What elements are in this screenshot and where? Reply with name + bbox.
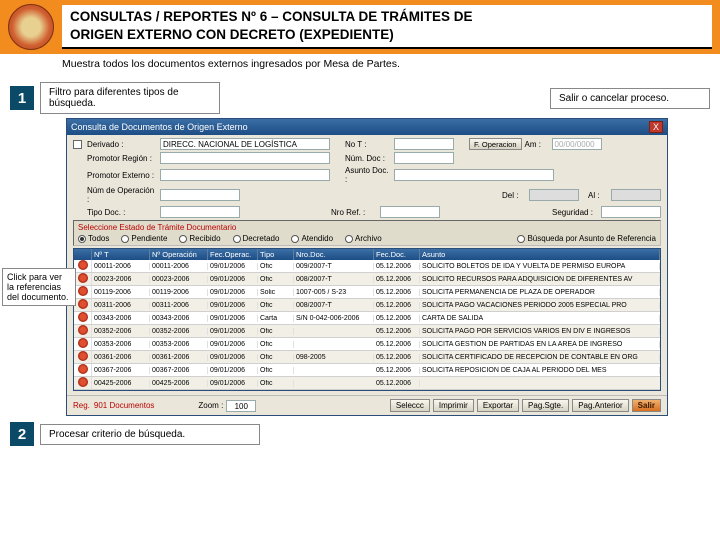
page-title: CONSULTAS / REPORTES Nº 6 – CONSULTA DE …: [70, 8, 704, 43]
table-row[interactable]: 00343-200600343-200609/01/2006CartaS/N 0…: [74, 312, 660, 325]
doc-icon[interactable]: [78, 325, 88, 335]
al-field[interactable]: [611, 189, 661, 201]
asunto-field[interactable]: [394, 169, 554, 181]
status-reg-value: 901 Documentos: [94, 401, 154, 410]
fecha-field[interactable]: 00/00/0000: [552, 138, 602, 150]
promext-label: Promotor Externo :: [87, 171, 157, 180]
status-bar: Reg. 901 Documentos Zoom : 100 Seleccc I…: [67, 395, 667, 415]
results-grid: Nº T Nº Operación Fec.Operac. Tipo Nro.D…: [73, 248, 661, 391]
table-row[interactable]: 00023-200600023-200609/01/2006Ofic008/20…: [74, 273, 660, 286]
asunto-label: Asunto Doc. :: [345, 166, 391, 184]
nref-field[interactable]: [380, 206, 440, 218]
doc-icon[interactable]: [78, 273, 88, 283]
status-reg-label: Reg.: [73, 401, 90, 410]
doc-icon[interactable]: [78, 286, 88, 296]
doc-icon[interactable]: [78, 338, 88, 348]
promext-field[interactable]: [160, 169, 330, 181]
doc-icon[interactable]: [78, 351, 88, 361]
annotation-side: Click para ver la referencias del docume…: [2, 268, 76, 306]
select-button[interactable]: Seleccc: [390, 399, 430, 412]
screenshot-wrap: Click para ver la referencias del docume…: [66, 118, 668, 416]
print-button[interactable]: Imprimir: [433, 399, 474, 412]
doc-icon[interactable]: [78, 377, 88, 387]
radio-pendiente[interactable]: Pendiente: [121, 234, 167, 243]
grid-header: Nº T Nº Operación Fec.Operac. Tipo Nro.D…: [74, 249, 660, 260]
promreg-label: Promotor Región :: [87, 154, 157, 163]
title-box: CONSULTAS / REPORTES Nº 6 – CONSULTA DE …: [62, 5, 712, 48]
derivado-field[interactable]: DIRECC. NACIONAL DE LOGÍSTICA: [160, 138, 330, 150]
table-row[interactable]: 00352-200600352-200609/01/2006Ofic05.12.…: [74, 325, 660, 338]
tpod-field[interactable]: [160, 206, 240, 218]
zoom-field[interactable]: 100: [226, 400, 256, 412]
table-row[interactable]: 00011-200600011-200609/01/2006Ofic009/20…: [74, 260, 660, 273]
app-window: Consulta de Documentos de Origen Externo…: [66, 118, 668, 416]
exit-button[interactable]: Salir: [632, 399, 661, 412]
badge-1: 1: [10, 86, 34, 110]
derivado-check[interactable]: [73, 140, 82, 149]
annotation-process: Procesar criterio de búsqueda.: [40, 424, 260, 445]
col-fecop[interactable]: Fec.Operac.: [208, 249, 258, 260]
next-page-button[interactable]: Pag.Sgte.: [522, 399, 569, 412]
zoom-label: Zoom :: [198, 401, 223, 410]
close-icon[interactable]: X: [649, 121, 663, 133]
radio-title: Seleccione Estado de Trámite Documentari…: [78, 223, 656, 232]
nrodoc-label: Núm. Doc :: [345, 154, 391, 163]
al-label: Al :: [588, 191, 608, 200]
prev-page-button[interactable]: Pag.Anterior: [572, 399, 628, 412]
seg-field[interactable]: [601, 206, 661, 218]
tpod-label: Tipo Doc. :: [87, 208, 157, 217]
table-row[interactable]: 00119-200600119-200609/01/2006Solic1007-…: [74, 286, 660, 299]
doc-icon[interactable]: [78, 260, 88, 270]
window-title: Consulta de Documentos de Origen Externo: [71, 122, 248, 132]
table-row[interactable]: 00367-200600367-200609/01/2006Ofic05.12.…: [74, 364, 660, 377]
radio-atendido[interactable]: Atendido: [291, 234, 333, 243]
nop-label: Núm de Operación :: [87, 186, 157, 204]
header-bar: CONSULTAS / REPORTES Nº 6 – CONSULTA DE …: [0, 0, 720, 54]
nref-label: Nro Ref. :: [331, 208, 377, 217]
annotation-row-1: 1 Filtro para diferentes tipos de búsque…: [10, 82, 710, 114]
radio-group: Seleccione Estado de Trámite Documentari…: [73, 220, 661, 246]
col-tipo[interactable]: Tipo: [258, 249, 294, 260]
col-icon: [74, 249, 92, 260]
nop-field[interactable]: [160, 189, 240, 201]
foperacion-button[interactable]: F. Operacion: [469, 138, 522, 150]
org-logo: [8, 4, 54, 50]
del-field[interactable]: [529, 189, 579, 201]
table-row[interactable]: 00425-200600425-200609/01/2006Ofic05.12.…: [74, 377, 660, 390]
radio-recibido[interactable]: Recibido: [179, 234, 220, 243]
window-titlebar[interactable]: Consulta de Documentos de Origen Externo…: [67, 119, 667, 135]
seg-label: Seguridad :: [552, 208, 598, 217]
col-nrodoc[interactable]: Nro.Doc.: [294, 249, 374, 260]
derivado-label: Derivado :: [87, 140, 157, 149]
radio-archivo[interactable]: Archivo: [345, 234, 382, 243]
filter-form: Derivado : DIRECC. NACIONAL DE LOGÍSTICA…: [67, 135, 667, 395]
doc-icon[interactable]: [78, 364, 88, 374]
radio-decretado[interactable]: Decretado: [233, 234, 280, 243]
col-nt[interactable]: Nº T: [92, 249, 150, 260]
promreg-field[interactable]: [160, 152, 330, 164]
nrot-label: No T :: [345, 140, 391, 149]
table-row[interactable]: 00311-200600311-200609/01/2006Ofic008/20…: [74, 299, 660, 312]
nrot-field[interactable]: [394, 138, 454, 150]
export-button[interactable]: Exportar: [477, 399, 519, 412]
grid-body: 00011-200600011-200609/01/2006Ofic009/20…: [74, 260, 660, 390]
annotation-exit: Salir o cancelar proceso.: [550, 88, 710, 109]
table-row[interactable]: 00361-200600361-200609/01/2006Ofic098-20…: [74, 351, 660, 364]
radio-todos[interactable]: Todos: [78, 234, 109, 243]
doc-icon[interactable]: [78, 312, 88, 322]
page-subtitle: Muestra todos los documentos externos in…: [0, 54, 720, 74]
col-asunto[interactable]: Asunto: [420, 249, 660, 260]
col-fecdoc[interactable]: Fec.Doc.: [374, 249, 420, 260]
radio-busq-ref[interactable]: Búsqueda por Asunto de Referencia: [517, 234, 656, 243]
nrodoc-field[interactable]: [394, 152, 454, 164]
fecha-am-label: Am :: [525, 140, 549, 149]
annotation-row-2: 2 Procesar criterio de búsqueda.: [10, 422, 710, 446]
annotation-filter: Filtro para diferentes tipos de búsqueda…: [40, 82, 220, 114]
badge-2: 2: [10, 422, 34, 446]
table-row[interactable]: 00353-200600353-200609/01/2006Ofic05.12.…: [74, 338, 660, 351]
col-nop[interactable]: Nº Operación: [150, 249, 208, 260]
del-label: Del :: [502, 191, 526, 200]
doc-icon[interactable]: [78, 299, 88, 309]
